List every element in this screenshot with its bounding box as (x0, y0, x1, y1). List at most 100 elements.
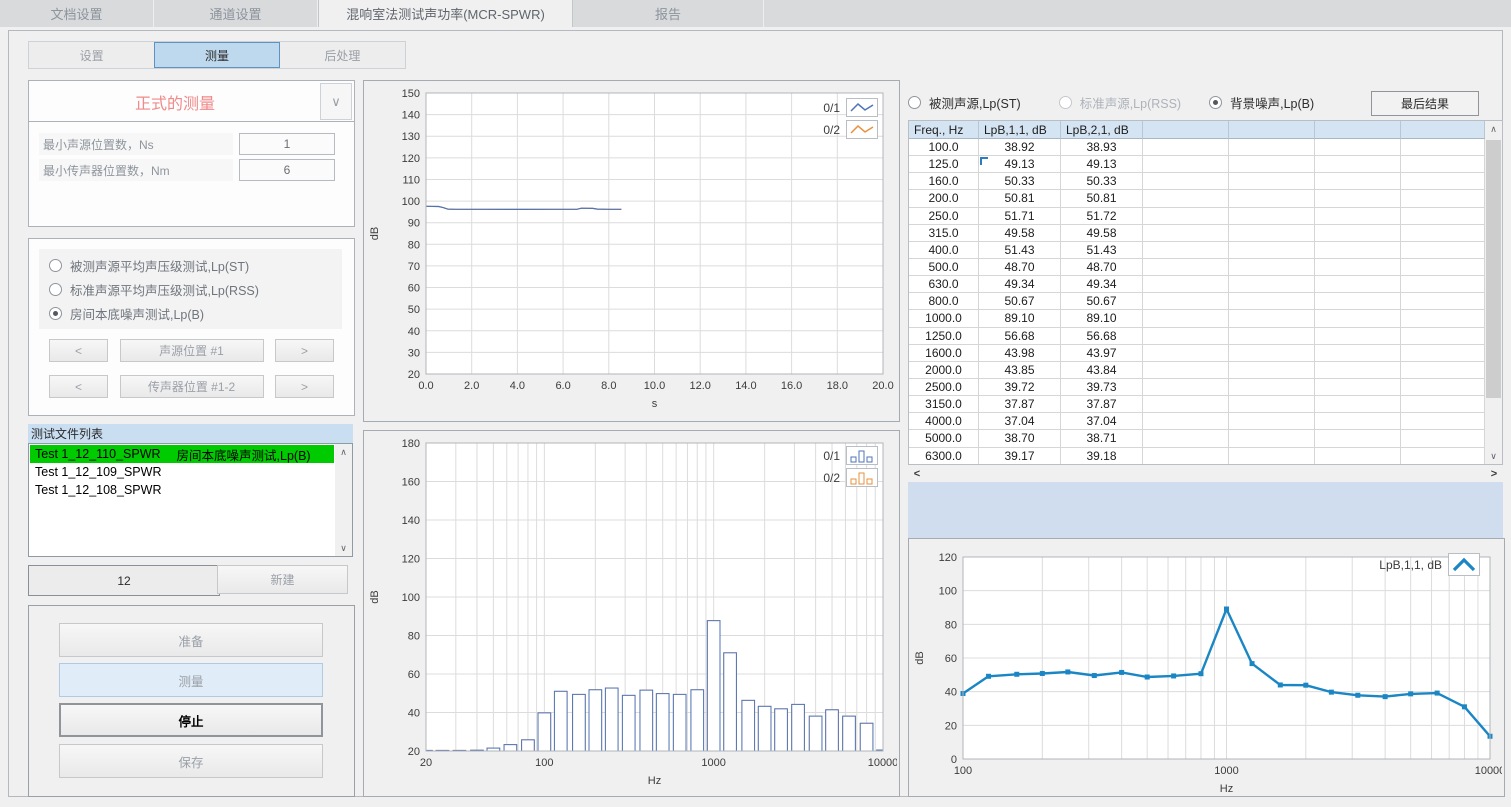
radio-result-lp-rss[interactable]: 标准声源,Lp(RSS) (1059, 90, 1181, 114)
table-cell[interactable]: 1600.0 (909, 345, 979, 362)
table-cell[interactable] (1143, 173, 1229, 190)
table-cell[interactable] (1143, 413, 1229, 430)
table-cell[interactable] (1315, 259, 1401, 276)
save-button[interactable]: 保存 (59, 744, 323, 778)
mic-position-button[interactable]: 传声器位置 #1-2 (120, 375, 264, 398)
table-cell[interactable]: 200.0 (909, 190, 979, 207)
table-cell[interactable] (1315, 225, 1401, 242)
new-test-button[interactable]: 新建 (217, 565, 348, 594)
legend-item-ch1[interactable]: 0/1 (823, 446, 878, 465)
table-cell[interactable] (1229, 293, 1315, 310)
table-cell[interactable]: 39.73 (1061, 379, 1143, 396)
table-cell[interactable] (1229, 139, 1315, 156)
table-cell[interactable] (1229, 242, 1315, 259)
mic-position-next-button[interactable]: > (275, 375, 334, 398)
table-cell[interactable]: 43.84 (1061, 362, 1143, 379)
table-header-cell[interactable]: Freq., Hz (909, 121, 979, 139)
tab-document-settings[interactable]: 文档设置 (0, 0, 154, 27)
table-cell[interactable]: 50.67 (1061, 293, 1143, 310)
line-series-icon[interactable] (846, 120, 878, 139)
table-cell[interactable] (1315, 139, 1401, 156)
tab-mcr-spwr[interactable]: 混响室法测试声功率(MCR-SPWR) (318, 0, 573, 27)
scroll-right-icon[interactable]: > (1485, 468, 1503, 480)
scroll-left-icon[interactable]: < (908, 468, 926, 480)
table-cell[interactable]: 250.0 (909, 208, 979, 225)
final-result-button[interactable]: 最后结果 (1371, 91, 1479, 116)
table-cell[interactable] (1315, 328, 1401, 345)
table-cell[interactable]: 37.87 (979, 396, 1061, 413)
table-cell[interactable] (1315, 379, 1401, 396)
table-cell[interactable] (1401, 276, 1485, 293)
table-cell[interactable]: 38.71 (1061, 430, 1143, 447)
table-cell[interactable]: 56.68 (979, 328, 1061, 345)
table-cell[interactable]: 1250.0 (909, 328, 979, 345)
table-cell[interactable]: 800.0 (909, 293, 979, 310)
table-cell[interactable]: 49.13 (1061, 156, 1143, 173)
table-cell[interactable]: 49.34 (979, 276, 1061, 293)
table-cell[interactable]: 37.04 (979, 413, 1061, 430)
table-cell[interactable] (1315, 208, 1401, 225)
table-cell[interactable] (1143, 362, 1229, 379)
table-cell[interactable] (1143, 345, 1229, 362)
table-cell[interactable]: 48.70 (1061, 259, 1143, 276)
table-cell[interactable]: 100.0 (909, 139, 979, 156)
table-cell[interactable] (1143, 310, 1229, 327)
table-cell[interactable] (1229, 413, 1315, 430)
table-cell[interactable] (1229, 310, 1315, 327)
table-cell[interactable]: 38.93 (1061, 139, 1143, 156)
table-header-cell[interactable]: LpB,2,1, dB (1061, 121, 1143, 139)
measure-button[interactable]: 测量 (59, 663, 323, 697)
line-series-icon[interactable] (846, 98, 878, 117)
legend-item-ch1[interactable]: 0/1 (823, 98, 878, 117)
table-cell[interactable] (1229, 396, 1315, 413)
table-vscroll-thumb[interactable] (1486, 140, 1501, 398)
radio-lp-b[interactable]: 房间本底噪声测试,Lp(B) (39, 301, 342, 325)
table-cell[interactable]: 50.33 (979, 173, 1061, 190)
table-cell[interactable]: 49.58 (979, 225, 1061, 242)
table-cell[interactable] (1315, 173, 1401, 190)
table-cell[interactable] (1229, 276, 1315, 293)
subtab-measure[interactable]: 测量 (154, 42, 279, 68)
subtab-postprocess[interactable]: 后处理 (280, 42, 405, 68)
table-cell[interactable]: 49.34 (1061, 276, 1143, 293)
table-cell[interactable] (1315, 396, 1401, 413)
table-cell[interactable]: 630.0 (909, 276, 979, 293)
table-cell[interactable] (1401, 430, 1485, 447)
table-cell[interactable]: 37.04 (1061, 413, 1143, 430)
table-cell[interactable] (1229, 190, 1315, 207)
table-cell[interactable]: 400.0 (909, 242, 979, 259)
table-header-cell[interactable] (1143, 121, 1229, 139)
table-cell[interactable] (1401, 225, 1485, 242)
source-position-prev-button[interactable]: < (49, 339, 108, 362)
table-cell[interactable]: 500.0 (909, 259, 979, 276)
table-cell[interactable] (1315, 413, 1401, 430)
table-cell[interactable]: 51.43 (1061, 242, 1143, 259)
table-cell[interactable] (1401, 156, 1485, 173)
table-cell[interactable] (1229, 208, 1315, 225)
table-cell[interactable] (1143, 225, 1229, 242)
measurement-mode-select[interactable]: 正式的测量 ∨ (28, 80, 355, 123)
table-cell[interactable] (1401, 328, 1485, 345)
table-cell[interactable]: 51.71 (979, 208, 1061, 225)
table-cell[interactable] (1401, 379, 1485, 396)
file-list-scrollbar[interactable]: ∧ ∨ (335, 444, 352, 556)
table-cell[interactable]: 89.10 (1061, 310, 1143, 327)
table-cell[interactable]: 89.10 (979, 310, 1061, 327)
table-cell[interactable] (1143, 448, 1229, 464)
scroll-up-icon[interactable]: ∧ (1485, 121, 1502, 137)
table-cell[interactable]: 43.97 (1061, 345, 1143, 362)
bar-series-icon[interactable] (846, 468, 878, 487)
table-cell[interactable]: 6300.0 (909, 448, 979, 464)
table-cell[interactable] (1143, 293, 1229, 310)
table-cell[interactable]: 3150.0 (909, 396, 979, 413)
table-cell[interactable] (1143, 139, 1229, 156)
table-cell[interactable] (1229, 379, 1315, 396)
radio-result-lp-b[interactable]: 背景噪声,Lp(B) (1209, 90, 1314, 114)
table-header-cell[interactable] (1315, 121, 1401, 139)
subtab-setup[interactable]: 设置 (29, 42, 154, 68)
table-cell[interactable]: 4000.0 (909, 413, 979, 430)
table-cell[interactable] (1143, 396, 1229, 413)
table-cell[interactable]: 43.85 (979, 362, 1061, 379)
legend-item-ch2[interactable]: 0/2 (823, 120, 878, 139)
table-cell[interactable]: 39.18 (1061, 448, 1143, 464)
